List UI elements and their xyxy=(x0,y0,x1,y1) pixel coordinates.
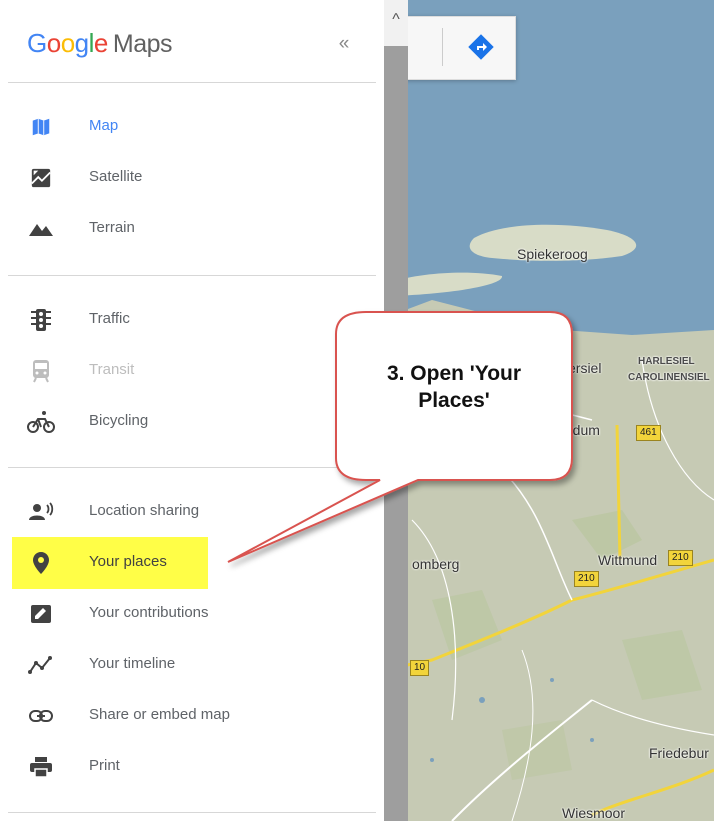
divider xyxy=(8,812,376,813)
map-label-rdum: rdum xyxy=(568,422,600,438)
menu-item-your-timeline[interactable]: Your timeline xyxy=(0,642,380,688)
map-label-friedebur: Friedebur xyxy=(649,745,709,761)
menu-item-label: Transit xyxy=(89,361,135,378)
divider xyxy=(8,82,376,83)
directions-icon xyxy=(468,34,494,60)
callout-line-2: Places' xyxy=(418,389,490,412)
map-label-carolinensiel: CAROLINENSIEL xyxy=(628,372,710,383)
road-shield-461: 461 xyxy=(636,425,661,441)
menu-item-your-places[interactable]: Your places xyxy=(0,540,380,586)
transit-icon xyxy=(27,357,55,385)
google-maps-logo: Google Maps xyxy=(27,28,173,58)
menu-item-bicycling[interactable]: Bicycling xyxy=(0,399,380,445)
menu-item-location-sharing[interactable]: Location sharing xyxy=(0,489,380,535)
menu-item-label: Your places xyxy=(89,553,167,570)
menu-item-label: Your timeline xyxy=(89,655,176,672)
menu-item-label: Print xyxy=(89,757,120,774)
menu-item-satellite[interactable]: Satellite xyxy=(0,155,380,201)
menu-item-label: Bicycling xyxy=(89,412,149,429)
map-label-ersiel: ersiel xyxy=(568,360,602,376)
menu-item-label: Terrain xyxy=(89,219,135,236)
menu-item-transit[interactable]: Transit xyxy=(0,348,380,394)
menu-item-map[interactable]: Map xyxy=(0,104,380,150)
map-label-wittmund: Wittmund xyxy=(598,552,658,568)
menu-item-print[interactable]: Print xyxy=(0,744,380,790)
menu-item-label: Traffic xyxy=(89,310,130,327)
menu-item-label: Share or embed map xyxy=(89,706,230,723)
traffic-light-icon xyxy=(27,306,55,334)
map-label-wiesmoor: Wiesmoor xyxy=(562,805,626,821)
menu-item-label: Map xyxy=(89,117,119,134)
road-shield-210: 210 xyxy=(668,550,693,566)
scroll-up-button[interactable]: ^ xyxy=(384,0,408,46)
map-label-omberg: omberg xyxy=(412,556,460,572)
menu-item-label: Satellite xyxy=(89,168,143,185)
map-label-harlesiel: HARLESIEL xyxy=(638,356,695,367)
road-shield-10: 10 xyxy=(410,660,430,676)
menu-item-your-contributions[interactable]: Your contributions xyxy=(0,591,380,637)
location-sharing-icon xyxy=(27,498,55,526)
divider xyxy=(8,275,376,276)
menu-item-share-embed[interactable]: Share or embed map xyxy=(0,693,380,739)
search-divider xyxy=(442,28,443,66)
callout-text: 3. Open 'Your Places' xyxy=(338,360,570,414)
print-icon xyxy=(27,753,55,781)
menu-item-label: Your contributions xyxy=(89,604,209,621)
callout-line-1: 3. Open 'Your xyxy=(386,362,522,385)
map-label-spiekeroog: Spiekeroog xyxy=(517,246,588,262)
place-pin-icon xyxy=(27,549,55,577)
satellite-icon xyxy=(27,164,55,192)
menu-item-traffic[interactable]: Traffic xyxy=(0,297,380,343)
divider xyxy=(8,467,376,468)
link-icon xyxy=(27,702,55,730)
search-box[interactable] xyxy=(392,16,516,80)
sidebar-menu: Google Maps « Map Satellite Terrain Traff… xyxy=(0,0,392,821)
contributions-icon xyxy=(27,600,55,628)
collapse-sidebar-button[interactable]: « xyxy=(333,33,355,57)
timeline-icon xyxy=(27,651,55,679)
map-icon xyxy=(27,113,55,141)
bicycle-icon xyxy=(27,408,55,436)
menu-item-terrain[interactable]: Terrain xyxy=(0,206,380,252)
road-shield-210: 210 xyxy=(574,571,599,587)
terrain-icon xyxy=(27,215,55,243)
menu-item-label: Location sharing xyxy=(89,502,200,519)
directions-button[interactable] xyxy=(466,32,496,62)
